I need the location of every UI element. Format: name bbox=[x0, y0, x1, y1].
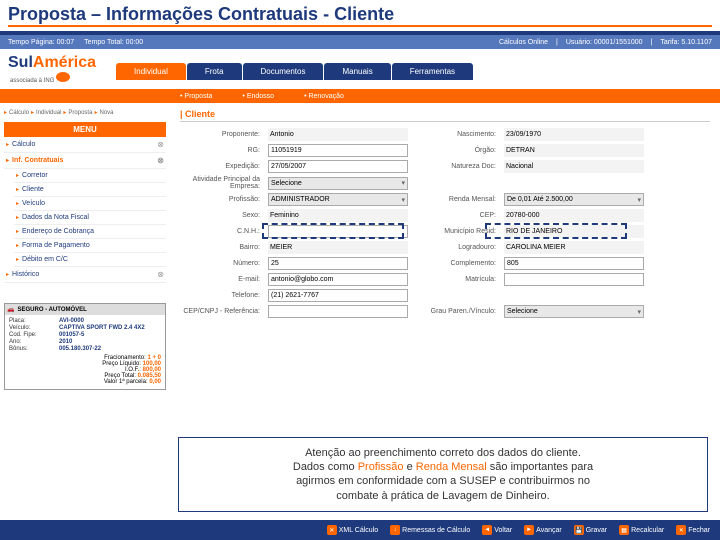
numero-field[interactable]: 25 bbox=[268, 257, 408, 270]
attention-callout: Atenção ao preenchimento correto dos dad… bbox=[178, 437, 708, 512]
avancar-button[interactable]: ►Avançar bbox=[520, 523, 566, 537]
main-tabs: Individual Frota Documentos Manuais Ferr… bbox=[116, 58, 474, 80]
cnh-field[interactable] bbox=[268, 225, 408, 238]
menu-corretor[interactable]: ▸Corretor bbox=[14, 169, 166, 183]
sub-tabs: • Proposta • Endosso • Renovação bbox=[0, 89, 720, 103]
logradouro-field: CAROLINA MEIER bbox=[504, 241, 644, 254]
menu-calculo[interactable]: ▸Cálculo⊗ bbox=[4, 137, 166, 153]
slide-title: Proposta – Informações Contratuais - Cli… bbox=[8, 4, 712, 27]
tab-individual[interactable]: Individual bbox=[116, 63, 186, 80]
renda-select[interactable]: De 0,01 Até 2.500,00 bbox=[504, 193, 644, 206]
referencia-field[interactable] bbox=[268, 305, 408, 318]
subtab-endosso[interactable]: • Endosso bbox=[242, 93, 274, 100]
expedicao-field[interactable]: 27/05/2007 bbox=[268, 160, 408, 173]
logo-subtitle: associada à ING bbox=[10, 72, 96, 84]
tab-ferramentas[interactable]: Ferramentas bbox=[392, 63, 473, 80]
nascimento-field: 23/09/1970 bbox=[504, 128, 644, 141]
telefone-field[interactable]: (21) 2621-7767 bbox=[268, 289, 408, 302]
xml-icon: ✕ bbox=[327, 525, 337, 535]
back-icon: ◄ bbox=[482, 525, 492, 535]
menu-inf-contratuais[interactable]: ▸Inf. Contratuais⊗ bbox=[4, 153, 166, 169]
remessas-button[interactable]: ↓Remessas de Cálculo bbox=[386, 523, 474, 537]
fechar-button[interactable]: ✕Fechar bbox=[672, 523, 714, 537]
form-area: | Cliente Proponente:Antonio Nascimento:… bbox=[170, 103, 720, 483]
subtab-renovacao[interactable]: • Renovação bbox=[304, 93, 344, 100]
sidebar: ▸Cálculo ▸Individual ▸Proposta ▸Nova MEN… bbox=[0, 103, 170, 483]
bottom-bar: ✕XML Cálculo ↓Remessas de Cálculo ◄Volta… bbox=[0, 520, 720, 540]
ing-icon bbox=[56, 72, 70, 82]
menu-pagamento[interactable]: ▸Forma de Pagamento bbox=[14, 239, 166, 253]
natureza-doc-field: Nacional bbox=[504, 160, 644, 173]
menu-historico[interactable]: ▸Histórico⊗ bbox=[4, 267, 166, 283]
complemento-field[interactable]: 805 bbox=[504, 257, 644, 270]
tab-manuais[interactable]: Manuais bbox=[324, 63, 390, 80]
close-icon: ✕ bbox=[676, 525, 686, 535]
form-section-title: | Cliente bbox=[180, 109, 710, 122]
tab-frota[interactable]: Frota bbox=[187, 63, 242, 80]
logo-row: SulAmérica associada à ING Individual Fr… bbox=[0, 49, 720, 89]
bairro-field: MEIER bbox=[268, 241, 408, 254]
tab-documentos[interactable]: Documentos bbox=[243, 63, 324, 80]
xml-calculo-button[interactable]: ✕XML Cálculo bbox=[323, 523, 382, 537]
logo: SulAmérica bbox=[8, 54, 96, 72]
atividade-select[interactable]: Selecione bbox=[268, 177, 408, 190]
proponente-field: Antonio bbox=[268, 128, 408, 141]
app-header-strip: Tempo Página: 00:07 Tempo Total: 00:00 C… bbox=[0, 35, 720, 49]
usuario-info: Usuário: 00001/1551000 bbox=[566, 39, 643, 46]
recalcular-button[interactable]: ▦Recalcular bbox=[615, 523, 668, 537]
voltar-button[interactable]: ◄Voltar bbox=[478, 523, 516, 537]
tarifa-info: Tarifa: 5.10.1107 bbox=[660, 39, 712, 46]
cep-field: 20780-000 bbox=[504, 209, 644, 222]
rg-field[interactable]: 11051919 bbox=[268, 144, 408, 157]
menu-endereco[interactable]: ▸Endereço de Cobrança bbox=[14, 225, 166, 239]
municipio-field: RIO DE JANEIRO bbox=[504, 225, 644, 238]
menu-veiculo[interactable]: ▸Veículo bbox=[14, 197, 166, 211]
sexo-field: Feminino bbox=[268, 209, 408, 222]
save-icon: 💾 bbox=[574, 525, 584, 535]
profissao-select[interactable]: ADMINISTRADOR bbox=[268, 193, 408, 206]
menu-cliente[interactable]: ▸Cliente bbox=[14, 183, 166, 197]
slide-title-bar: Proposta – Informações Contratuais - Cli… bbox=[0, 0, 720, 35]
email-field[interactable]: antonio@globo.com bbox=[268, 273, 408, 286]
matricula-field[interactable] bbox=[504, 273, 644, 286]
forward-icon: ► bbox=[524, 525, 534, 535]
gravar-button[interactable]: 💾Gravar bbox=[570, 523, 611, 537]
tempo-total: Tempo Total: 00:00 bbox=[84, 39, 143, 46]
vehicle-summary: 🚗SEGURO - AUTOMÓVEL Placa:AVI-0000 Veícu… bbox=[4, 303, 166, 390]
calc-icon: ▦ bbox=[619, 525, 629, 535]
orgao-field: DETRAN bbox=[504, 144, 644, 157]
breadcrumb: ▸Cálculo ▸Individual ▸Proposta ▸Nova bbox=[4, 107, 166, 118]
grau-select[interactable]: Selecione bbox=[504, 305, 644, 318]
car-icon: 🚗 bbox=[7, 306, 14, 313]
subtab-proposta[interactable]: • Proposta bbox=[180, 93, 212, 100]
in-icon: ↓ bbox=[390, 525, 400, 535]
menu-header: MENU bbox=[4, 122, 166, 137]
tempo-pagina: Tempo Página: 00:07 bbox=[8, 39, 74, 46]
menu-nota-fiscal[interactable]: ▸Dados da Nota Fiscal bbox=[14, 211, 166, 225]
menu-debito[interactable]: ▸Débito em C/C bbox=[14, 253, 166, 267]
calculos-online[interactable]: Cálculos Online bbox=[499, 39, 548, 46]
